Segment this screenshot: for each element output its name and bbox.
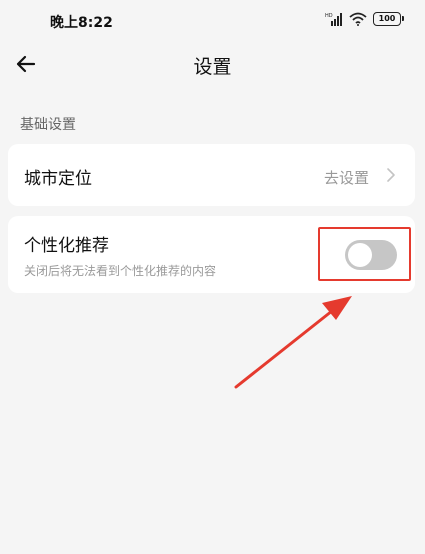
annotation-highlight-box [318, 227, 411, 281]
chevron-right-icon [387, 168, 395, 182]
city-location-action: 去设置 [323, 169, 369, 187]
city-location-row[interactable]: 城市定位 去设置 [8, 144, 415, 206]
status-icons: HD 100 [325, 12, 404, 26]
header: 设置 [0, 44, 425, 84]
city-location-label: 城市定位 [24, 169, 92, 189]
svg-text:HD: HD [325, 13, 333, 19]
personalized-recommendation-description: 关闭后将无法看到个性化推荐的内容 [24, 264, 217, 278]
personalized-recommendation-label: 个性化推荐 [24, 236, 109, 256]
status-bar: 晚上8:22 HD 100 [0, 0, 425, 40]
page-title: 设置 [193, 56, 232, 78]
status-time: 晚上8:22 [50, 15, 113, 31]
battery-icon: 100 [373, 12, 404, 26]
wifi-icon [349, 12, 367, 26]
signal-icon: HD [325, 13, 342, 26]
section-label: 基础设置 [20, 117, 76, 133]
